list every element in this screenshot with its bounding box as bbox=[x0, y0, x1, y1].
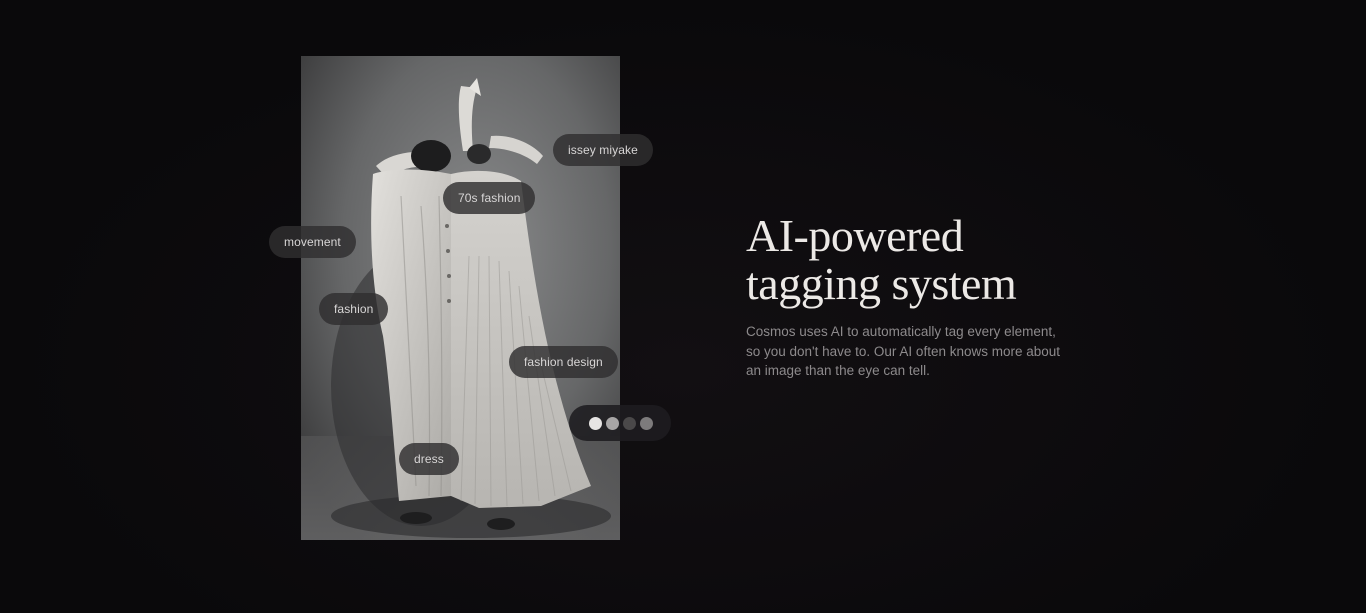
carousel-indicator bbox=[569, 405, 671, 441]
tag-fashion[interactable]: fashion bbox=[319, 293, 389, 325]
heading-line-2: tagging system bbox=[746, 258, 1017, 309]
tag-issey-miyake[interactable]: issey miyake bbox=[553, 134, 653, 166]
tag-dress[interactable]: dress bbox=[399, 443, 459, 475]
heading-line-1: AI-powered bbox=[746, 210, 964, 261]
carousel-dot-3[interactable] bbox=[623, 416, 636, 430]
carousel-dot-2[interactable] bbox=[606, 416, 619, 430]
tag-70s-fashion[interactable]: 70s fashion bbox=[443, 182, 536, 214]
section-description: Cosmos uses AI to automatically tag ever… bbox=[746, 324, 1061, 378]
carousel-dot-4[interactable] bbox=[640, 416, 653, 430]
tagging-section: issey miyake 70s fashion movement fashio… bbox=[0, 0, 1366, 613]
tag-movement[interactable]: movement bbox=[269, 226, 356, 258]
section-heading: AI-powered tagging system bbox=[746, 210, 1017, 309]
tag-fashion-design[interactable]: fashion design bbox=[509, 346, 618, 378]
carousel-dot-1[interactable] bbox=[589, 416, 602, 430]
